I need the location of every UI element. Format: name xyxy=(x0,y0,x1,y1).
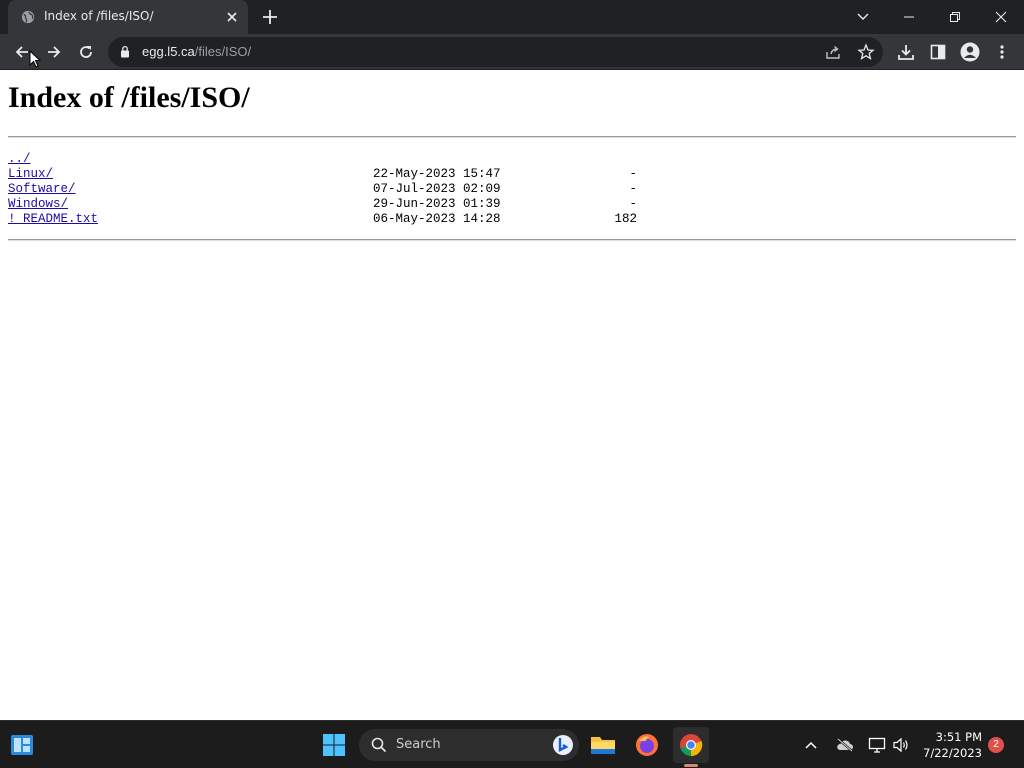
network-icon xyxy=(868,737,886,753)
modified-date: 07-Jul-2023 02:09 xyxy=(373,182,501,196)
new-tab-icon[interactable] xyxy=(260,7,280,27)
clock-time: 3:51 PM xyxy=(935,730,982,744)
parent-directory-link[interactable]: ../ xyxy=(8,152,31,167)
profile-button[interactable] xyxy=(959,41,981,63)
clock-date: 7/22/2023 xyxy=(923,746,982,760)
chevron-down-icon xyxy=(857,13,869,20)
tab-title: Index of /files/ISO/ xyxy=(44,9,154,23)
widgets-icon xyxy=(11,735,33,755)
file-link[interactable]: Software/ xyxy=(8,182,76,197)
clock[interactable]: 3:51 PM 7/22/2023 xyxy=(918,729,982,761)
arrow-right-icon xyxy=(48,46,61,58)
chrome-button[interactable] xyxy=(673,727,709,763)
minimize-icon xyxy=(904,16,914,18)
menu-button[interactable] xyxy=(991,41,1013,63)
volume-button[interactable] xyxy=(886,727,916,763)
forward-button[interactable] xyxy=(43,41,65,63)
file-link[interactable]: Windows/ xyxy=(8,197,68,212)
widgets-button[interactable] xyxy=(4,727,40,763)
list-item: Software/ 07-Jul-2023 02:09 - xyxy=(8,182,648,197)
speaker-icon xyxy=(893,737,908,753)
address-bar[interactable]: egg.l5.ca/files/ISO/ xyxy=(108,37,883,67)
list-item: ../ xyxy=(8,152,648,167)
browser-titlebar: Index of /files/ISO/ xyxy=(0,0,1024,34)
modified-date: 29-Jun-2023 01:39 xyxy=(373,197,501,211)
show-hidden-icons-button[interactable] xyxy=(796,727,826,763)
more-vert-icon xyxy=(1000,45,1004,59)
lock-icon[interactable] xyxy=(120,45,130,58)
tab-search-button[interactable] xyxy=(840,0,886,34)
search-icon xyxy=(371,737,387,753)
side-panel-icon xyxy=(930,44,946,60)
list-item: ! README.txt 06-May-2023 14:28 182 xyxy=(8,212,648,227)
mouse-cursor-icon xyxy=(29,50,41,68)
file-link[interactable]: ! README.txt xyxy=(8,212,98,227)
url-text[interactable]: egg.l5.ca/files/ISO/ xyxy=(142,44,251,59)
bookmark-star-icon[interactable] xyxy=(857,43,875,61)
browser-toolbar: egg.l5.ca/files/ISO/ xyxy=(0,34,1024,70)
page-content: Index of /files/ISO/ ../ Linux/ 22-May-2… xyxy=(0,71,1024,720)
minimize-button[interactable] xyxy=(886,0,932,34)
firefox-icon xyxy=(636,734,658,756)
file-size: - xyxy=(629,182,637,196)
search-placeholder: Search xyxy=(396,737,441,752)
restore-button[interactable] xyxy=(932,0,978,34)
file-size: 182 xyxy=(614,212,637,226)
page-title: Index of /files/ISO/ xyxy=(8,81,250,114)
chevron-up-icon xyxy=(805,741,817,749)
onedrive-button[interactable] xyxy=(830,727,860,763)
restore-icon xyxy=(950,12,960,22)
reload-icon xyxy=(80,46,92,58)
file-size: - xyxy=(629,167,637,181)
profile-icon xyxy=(960,42,980,62)
close-tab-icon[interactable] xyxy=(224,9,240,25)
file-size: - xyxy=(629,197,637,211)
list-item: Windows/ 29-Jun-2023 01:39 - xyxy=(8,197,648,212)
modified-date: 06-May-2023 14:28 xyxy=(373,212,501,226)
close-icon xyxy=(995,11,1007,23)
modified-date: 22-May-2023 15:47 xyxy=(373,167,501,181)
globe-icon xyxy=(21,10,35,24)
file-explorer-button[interactable] xyxy=(585,727,621,763)
bing-icon[interactable] xyxy=(552,734,574,756)
share-icon[interactable] xyxy=(824,43,842,61)
taskbar-search[interactable]: Search xyxy=(359,729,579,761)
start-button[interactable] xyxy=(316,727,352,763)
active-app-indicator xyxy=(684,764,698,767)
url-host: egg.l5.ca xyxy=(142,44,195,59)
taskbar: Search 3:51 PM 7/22/2023 2 xyxy=(0,720,1024,768)
cloud-offline-icon xyxy=(837,738,853,752)
browser-tab[interactable]: Index of /files/ISO/ xyxy=(8,0,248,34)
divider xyxy=(8,136,1016,138)
list-item: Linux/ 22-May-2023 15:47 - xyxy=(8,167,648,182)
file-listing: ../ Linux/ 22-May-2023 15:47 - Software/… xyxy=(8,152,648,227)
close-window-button[interactable] xyxy=(978,0,1024,34)
url-path: /files/ISO/ xyxy=(194,44,252,59)
reload-button[interactable] xyxy=(75,41,97,63)
chrome-icon xyxy=(680,734,703,757)
divider xyxy=(8,239,1016,241)
file-link[interactable]: Linux/ xyxy=(8,167,53,182)
firefox-button[interactable] xyxy=(629,727,665,763)
folder-icon xyxy=(591,737,615,754)
downloads-button[interactable] xyxy=(895,41,917,63)
download-icon xyxy=(898,45,914,60)
notification-badge[interactable]: 2 xyxy=(988,737,1004,753)
windows-logo-icon xyxy=(323,734,345,756)
side-panel-button[interactable] xyxy=(927,41,949,63)
arrow-left-icon xyxy=(15,46,28,58)
